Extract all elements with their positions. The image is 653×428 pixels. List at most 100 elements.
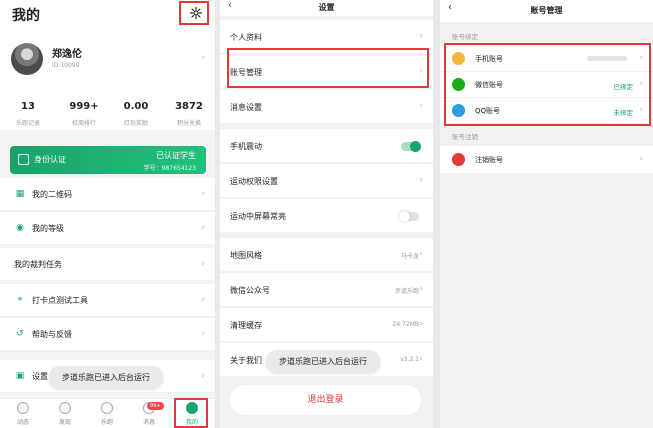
chevron-right-icon: › <box>419 101 423 111</box>
compass-icon <box>59 402 71 414</box>
wechat-icon <box>452 78 465 91</box>
menu-label: 我的裁判任务 <box>14 260 62 269</box>
row-label: 消息设置 <box>230 103 262 112</box>
menu-item-referee[interactable]: 我的裁判任务 › <box>0 248 215 281</box>
bottom-tab-bar: 动态 发现 乐跑 消息 我的 <box>0 398 215 428</box>
chevron-right-icon: › <box>419 31 423 41</box>
stat-points[interactable]: 3872 积分兑换 <box>163 101 215 127</box>
row-value: v3.2.1 <box>400 356 419 363</box>
qq-icon <box>452 104 465 117</box>
menu-label: 设置 <box>32 372 48 381</box>
binding-status: 未绑定 <box>613 109 634 117</box>
chevron-right-icon: › <box>201 329 205 339</box>
settings-row-permissions[interactable]: 运动权限设置 › <box>220 164 433 198</box>
vibration-toggle[interactable] <box>401 141 421 152</box>
identity-label: 身份认证 <box>34 155 66 164</box>
menu-label: 我的二维码 <box>32 190 72 199</box>
settings-row-messages[interactable]: 消息设置 › <box>220 90 433 124</box>
settings-row-wechat-official[interactable]: 微信公众号 步道乐跑 › <box>220 273 433 307</box>
binding-status: 已绑定 <box>613 83 634 91</box>
background-toast: 步道乐跑已进入后台运行 <box>49 366 163 389</box>
chevron-right-icon: › <box>201 259 205 269</box>
settings-row-screen-on[interactable]: 运动中屏幕常亮 <box>220 199 433 233</box>
chevron-right-icon: › <box>419 249 423 259</box>
background-toast: 步道乐跑已进入后台运行 <box>266 350 380 373</box>
power-icon <box>452 153 465 166</box>
settings-row-map-style[interactable]: 地图风格 马卡龙 › <box>220 238 433 272</box>
qrcode-icon: ▦ <box>15 189 25 199</box>
binding-row-wechat[interactable]: 微信账号 已绑定 › <box>440 72 653 97</box>
menu-item-level[interactable]: ◉ 我的等级 › <box>0 212 215 245</box>
chevron-right-icon: › <box>419 284 423 294</box>
identity-card[interactable]: 身份认证 已认证学生 学号：987654123 <box>10 146 206 174</box>
toolbox-icon: ▣ <box>15 371 25 381</box>
chevron-right-icon: › <box>201 371 205 381</box>
shoe-icon <box>101 402 113 414</box>
screen-on-toggle[interactable] <box>399 211 419 222</box>
phone-icon <box>452 52 465 65</box>
gear-icon[interactable] <box>190 7 202 19</box>
location-icon: ⌖ <box>17 295 23 305</box>
page-title: 我的 <box>12 8 40 24</box>
settings-row-account[interactable]: 账号管理 › <box>220 55 433 89</box>
user-id: ID:10099 <box>52 62 80 69</box>
badge-icon: ◉ <box>16 223 24 233</box>
avatar[interactable] <box>11 43 43 75</box>
settings-screen: ‹ 设置 个人资料 › 账号管理 › 消息设置 › 手机震动 运动权限设置 › … <box>220 0 433 428</box>
binding-label: 手机账号 <box>475 55 503 63</box>
account-header: ‹ 账号管理 <box>440 0 653 22</box>
row-value: 马卡龙 <box>400 253 419 260</box>
message-badge: 99+ <box>147 402 164 410</box>
chevron-right-icon: › <box>419 175 423 185</box>
page-title: 账号管理 <box>530 6 563 15</box>
chevron-right-icon: › <box>639 53 643 63</box>
chevron-right-icon[interactable]: › <box>201 53 205 63</box>
user-name: 郑逸伦 <box>52 49 82 60</box>
chevron-right-icon: › <box>639 105 643 115</box>
settings-header: ‹ 设置 <box>220 0 433 16</box>
row-label: 账号管理 <box>230 68 262 77</box>
binding-label: 微信账号 <box>475 81 503 89</box>
row-label: 地图风格 <box>230 251 262 260</box>
menu-item-qrcode[interactable]: ▦ 我的二维码 › <box>0 178 215 211</box>
chevron-right-icon: › <box>639 79 643 89</box>
row-label: 关于我们 <box>230 356 262 365</box>
tab-run[interactable]: 乐跑 <box>87 402 127 426</box>
page-title: 设置 <box>318 3 335 12</box>
menu-label: 我的等级 <box>32 224 64 233</box>
account-screen: ‹ 账号管理 账号绑定 手机账号 › 微信账号 已绑定 › QQ账号 未绑定 ›… <box>440 0 653 428</box>
tab-feed[interactable]: 动态 <box>3 402 43 426</box>
settings-row-clear-cache[interactable]: 清理缓存 24.72MB › <box>220 308 433 342</box>
menu-item-checkpoint-tool[interactable]: ⌖ 打卡点测试工具 › <box>0 284 215 317</box>
stat-reward[interactable]: 0.00 红包奖励 <box>110 101 162 127</box>
menu-label: 帮助与反馈 <box>32 330 72 339</box>
cancel-label: 注销账号 <box>475 156 503 164</box>
cancel-section-title: 账号注销 <box>452 133 478 141</box>
row-value: 步道乐跑 <box>394 288 419 295</box>
binding-section-title: 账号绑定 <box>452 33 478 41</box>
logout-button[interactable]: 退出登录 <box>230 385 421 415</box>
tab-mine[interactable]: 我的 <box>172 402 212 426</box>
settings-row-vibration[interactable]: 手机震动 <box>220 129 433 163</box>
binding-row-phone[interactable]: 手机账号 › <box>440 46 653 71</box>
binding-label: QQ账号 <box>475 107 501 115</box>
tab-discover[interactable]: 发现 <box>45 402 85 426</box>
chevron-right-icon: › <box>201 223 205 233</box>
chevron-right-icon: › <box>639 154 643 164</box>
masked-phone-number <box>587 56 627 61</box>
row-label: 个人资料 <box>230 33 262 42</box>
stat-ranking[interactable]: 999+ 校周排行 <box>58 101 110 127</box>
profile-screen: 我的 郑逸伦 ID:10099 › 13 乐跑记录 999+ 校周排行 0.00 红包… <box>0 0 215 428</box>
student-number: 学号：987654123 <box>143 165 196 172</box>
row-label: 运动中屏幕常亮 <box>230 212 286 221</box>
chevron-right-icon: › <box>419 66 423 76</box>
stat-runs[interactable]: 13 乐跑记录 <box>2 101 54 127</box>
cancel-account-row[interactable]: 注销账号 › <box>440 146 653 173</box>
binding-row-qq[interactable]: QQ账号 未绑定 › <box>440 98 653 123</box>
menu-label: 打卡点测试工具 <box>32 296 88 305</box>
help-icon: ↺ <box>16 329 24 339</box>
row-label: 清理缓存 <box>230 321 262 330</box>
chevron-right-icon: › <box>419 319 423 329</box>
menu-item-help[interactable]: ↺ 帮助与反馈 › <box>0 318 215 351</box>
settings-row-profile[interactable]: 个人资料 › <box>220 20 433 54</box>
